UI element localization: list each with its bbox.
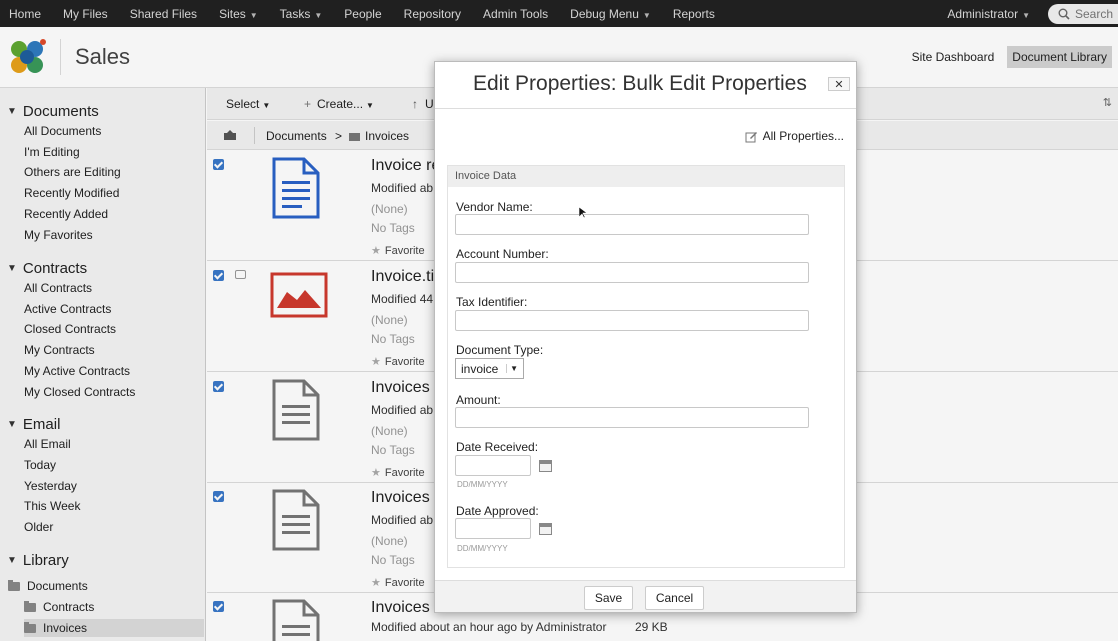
close-icon[interactable]: ✕ bbox=[828, 77, 850, 91]
dialog-footer: Save Cancel bbox=[435, 580, 856, 612]
amount-input[interactable] bbox=[455, 407, 809, 428]
vendor-name-label: Vendor Name: bbox=[456, 200, 533, 214]
amount-label: Amount: bbox=[456, 393, 501, 407]
date-approved-label: Date Approved: bbox=[456, 504, 539, 518]
fieldset-heading: Invoice Data bbox=[448, 166, 844, 187]
account-number-label: Account Number: bbox=[456, 247, 549, 261]
calendar-icon[interactable] bbox=[539, 460, 552, 472]
cancel-button[interactable]: Cancel bbox=[645, 586, 704, 610]
mouse-cursor-icon bbox=[579, 207, 587, 219]
vendor-name-input[interactable] bbox=[455, 214, 809, 235]
date-received-input[interactable] bbox=[455, 455, 531, 476]
calendar-icon[interactable] bbox=[539, 523, 552, 535]
date-received-label: Date Received: bbox=[456, 440, 539, 454]
bulk-edit-dialog: Edit Properties: Bulk Edit Properties ✕ … bbox=[434, 61, 857, 613]
document-type-select[interactable]: invoice ▼ bbox=[455, 358, 524, 379]
date-format-hint: DD/MM/YYYY bbox=[457, 544, 508, 553]
invoice-data-fieldset: Invoice Data Vendor Name: Account Number… bbox=[447, 165, 845, 568]
account-number-input[interactable] bbox=[455, 262, 809, 283]
date-format-hint: DD/MM/YYYY bbox=[457, 480, 508, 489]
tax-identifier-input[interactable] bbox=[455, 310, 809, 331]
all-properties-label: All Properties... bbox=[762, 129, 844, 143]
edit-pencil-icon bbox=[745, 131, 757, 142]
save-button[interactable]: Save bbox=[584, 586, 633, 610]
dialog-title: Edit Properties: Bulk Edit Properties bbox=[473, 72, 807, 95]
all-properties-link[interactable]: All Properties... bbox=[745, 129, 844, 143]
tax-identifier-label: Tax Identifier: bbox=[456, 295, 528, 309]
document-type-value: invoice bbox=[461, 361, 499, 376]
chevron-down-icon: ▼ bbox=[506, 364, 518, 373]
document-type-label: Document Type: bbox=[456, 343, 544, 357]
date-approved-input[interactable] bbox=[455, 518, 531, 539]
dialog-divider bbox=[435, 108, 856, 109]
